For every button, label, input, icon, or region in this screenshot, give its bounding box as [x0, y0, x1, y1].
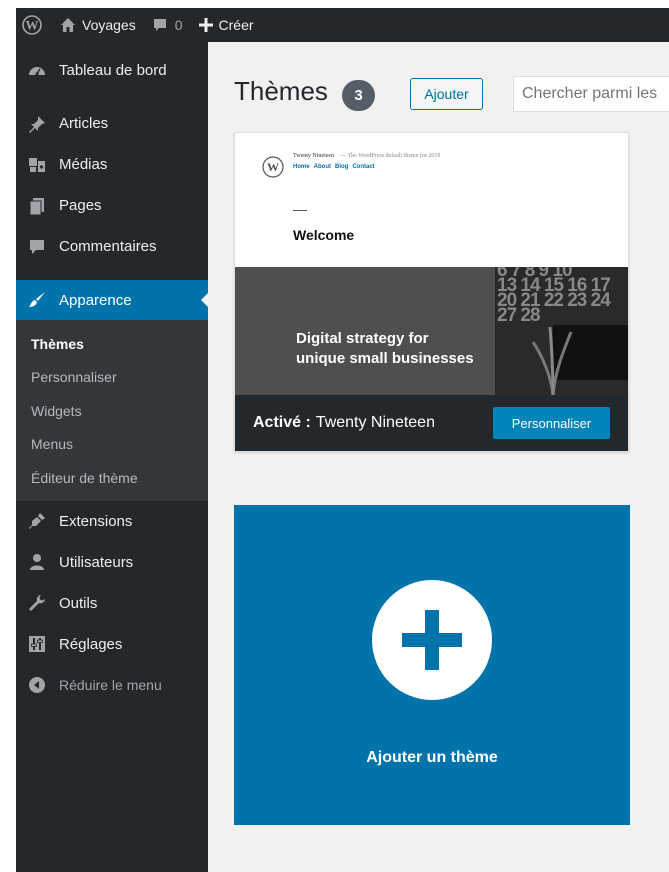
plus-icon-v — [425, 610, 439, 670]
media-icon — [26, 154, 48, 176]
collapse-menu-button[interactable]: Réduire le menu — [16, 665, 208, 706]
submenu-item-theme-editor[interactable]: Éditeur de thème — [16, 461, 208, 495]
submenu-item-widgets[interactable]: Widgets — [16, 394, 208, 428]
theme-screenshot[interactable]: W Twenty Nineteen — The WordPress default… — [235, 133, 628, 395]
preview-hero-image: 6 7 8 9 10 13 14 15 16 17 20 21 22 23 24… — [235, 267, 628, 395]
menu-item-appearance[interactable]: Apparence — [16, 280, 209, 320]
new-content-label: Créer — [218, 17, 254, 33]
preview-welcome: Welcome — [293, 227, 355, 243]
wp-admin: W Voyages 0 Créer Tableau de bord Articl… — [16, 8, 669, 872]
preview-nav-item: Blog — [335, 164, 349, 170]
preview-nav-item: About — [313, 164, 331, 170]
comment-icon — [153, 19, 166, 31]
site-name-link[interactable]: Voyages — [52, 8, 144, 42]
preview-nav-item: Home — [293, 164, 310, 170]
new-content-link[interactable]: Créer — [191, 8, 262, 42]
menu-label: Médias — [59, 156, 108, 173]
comments-count: 0 — [174, 17, 183, 33]
menu-item-tools[interactable]: Outils — [16, 583, 208, 624]
active-label: Activé : — [253, 414, 311, 431]
add-theme-label: Ajouter un thème — [366, 749, 498, 766]
preview-tagline: — The WordPress default theme for 2019 — [340, 153, 441, 159]
menu-label: Tableau de bord — [59, 62, 167, 79]
wrench-icon — [26, 592, 48, 614]
menu-label: Apparence — [59, 291, 132, 309]
menu-item-articles[interactable]: Articles — [16, 103, 208, 144]
menu-item-users[interactable]: Utilisateurs — [16, 542, 208, 583]
preview-hero-text: Digital strategy for unique small busine… — [296, 329, 474, 369]
preview-site-header: Twenty Nineteen — The WordPress default t… — [293, 153, 440, 159]
submenu-item-themes[interactable]: Thèmes — [16, 327, 208, 361]
brush-icon — [26, 289, 48, 311]
admin-bar: W Voyages 0 Créer — [16, 8, 669, 42]
preview-divider — [293, 210, 307, 211]
preview-site-title: Twenty Nineteen — [293, 153, 335, 159]
main-content: Thèmes 3 Ajouter W Twenty Nineteen — The … — [208, 42, 669, 872]
menu-label: Pages — [59, 197, 102, 214]
preview-calendar: 6 7 8 9 10 13 14 15 16 17 20 21 22 23 24… — [497, 267, 611, 325]
menu-label: Utilisateurs — [59, 553, 134, 571]
dashboard-icon — [26, 60, 48, 82]
submenu-item-customize[interactable]: Personnaliser — [16, 361, 208, 395]
plugin-icon — [26, 510, 48, 532]
comment-icon — [26, 236, 48, 258]
pin-icon — [26, 113, 48, 135]
menu-label: Extensions — [59, 512, 133, 530]
theme-search-input[interactable] — [513, 76, 669, 112]
active-theme-bar: Activé : Twenty Nineteen Personnaliser — [235, 395, 628, 451]
settings-icon — [26, 633, 48, 655]
active-theme-name: Twenty Nineteen — [315, 414, 435, 431]
site-name: Voyages — [82, 17, 136, 33]
menu-item-comments[interactable]: Commentaires — [16, 226, 208, 267]
preview-nav-item: Contact — [352, 164, 375, 170]
preview-nav: Home About Blog Contact — [293, 164, 379, 170]
menu-label: Commentaires — [59, 238, 157, 255]
plant-icon — [531, 326, 573, 395]
pages-icon — [26, 195, 48, 217]
hero-line: unique small businesses — [296, 350, 474, 367]
menu-item-settings[interactable]: Réglages — [16, 624, 208, 665]
add-new-theme-tile[interactable]: Ajouter un thème — [234, 505, 630, 825]
home-icon — [61, 18, 75, 32]
hero-line: Digital strategy for — [296, 330, 429, 347]
menu-item-pages[interactable]: Pages — [16, 185, 208, 226]
menu-item-dashboard[interactable]: Tableau de bord — [16, 50, 208, 91]
wordpress-logo-button[interactable]: W — [16, 8, 52, 42]
svg-text:W: W — [267, 160, 279, 174]
appearance-submenu: Thèmes Personnaliser Widgets Menus Édite… — [16, 320, 208, 501]
comments-link[interactable]: 0 — [144, 8, 191, 42]
menu-item-media[interactable]: Médias — [16, 144, 208, 185]
menu-item-plugins[interactable]: Extensions — [16, 501, 208, 542]
users-icon — [26, 551, 48, 573]
theme-card-active[interactable]: W Twenty Nineteen — The WordPress default… — [234, 132, 629, 452]
collapse-label: Réduire le menu — [59, 677, 162, 693]
page-title: Thèmes — [234, 76, 328, 106]
svg-text:W: W — [26, 18, 39, 33]
plus-circle-icon — [372, 580, 492, 700]
customize-button[interactable]: Personnaliser — [493, 407, 610, 439]
wordpress-icon: W — [262, 156, 284, 178]
plus-icon — [198, 18, 213, 32]
wordpress-icon: W — [22, 15, 42, 35]
menu-label: Outils — [59, 594, 98, 612]
theme-count-badge: 3 — [342, 80, 375, 111]
add-theme-button[interactable]: Ajouter — [410, 78, 483, 110]
menu-label: Articles — [59, 115, 109, 132]
admin-sidebar: Tableau de bord Articles Médias Pages Co… — [16, 42, 209, 872]
menu-label: Réglages — [59, 635, 123, 653]
screen: W Voyages 0 Créer Tableau de bord Articl… — [0, 0, 669, 872]
collapse-arrow-icon — [26, 674, 48, 696]
submenu-item-menus[interactable]: Menus — [16, 428, 208, 462]
